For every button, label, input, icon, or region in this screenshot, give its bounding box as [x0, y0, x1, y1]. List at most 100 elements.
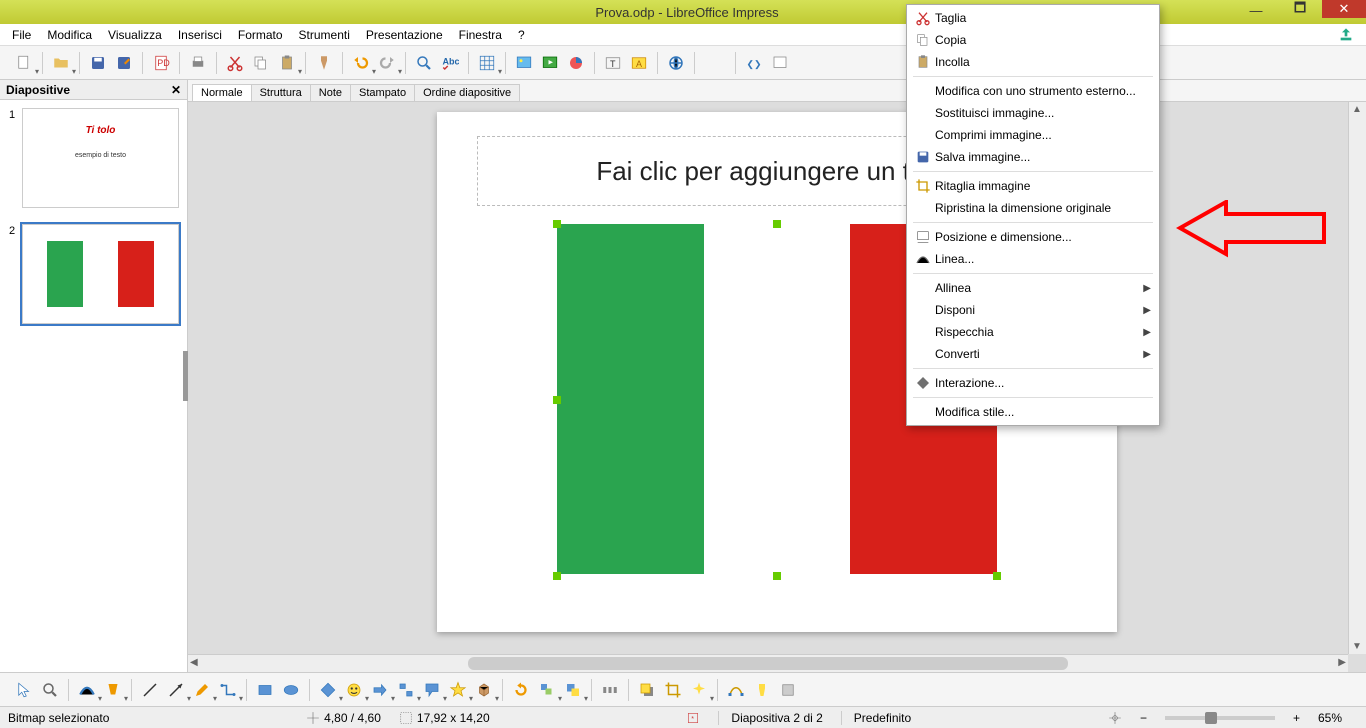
- handle-br[interactable]: [993, 572, 1001, 580]
- line-tool[interactable]: [138, 678, 162, 702]
- handle-bm[interactable]: [773, 572, 781, 580]
- ctx-cut[interactable]: Taglia: [907, 7, 1159, 29]
- paste-button[interactable]: ▾: [275, 51, 299, 75]
- handle-bl[interactable]: [553, 572, 561, 580]
- ctx-mirror[interactable]: Rispecchia▶: [907, 321, 1159, 343]
- tab-notes[interactable]: Note: [310, 84, 351, 101]
- undo-button[interactable]: ▾: [349, 51, 373, 75]
- textbox-button[interactable]: T: [601, 51, 625, 75]
- menu-file[interactable]: File: [6, 26, 37, 44]
- arrange-button[interactable]: ▾: [561, 678, 585, 702]
- fontwork-button[interactable]: A: [627, 51, 651, 75]
- pointer-button[interactable]: [12, 678, 36, 702]
- image-button[interactable]: [512, 51, 536, 75]
- points-button[interactable]: [724, 678, 748, 702]
- crop-button[interactable]: [661, 678, 685, 702]
- minimize-button[interactable]: —: [1234, 0, 1278, 20]
- extrude-button[interactable]: [776, 678, 800, 702]
- handle-ml[interactable]: [553, 396, 561, 404]
- ctx-edit-style[interactable]: Modifica stile...: [907, 401, 1159, 423]
- find-button[interactable]: [412, 51, 436, 75]
- rect-tool[interactable]: [253, 678, 277, 702]
- flowchart-shapes[interactable]: ▾: [394, 678, 418, 702]
- rotate-button[interactable]: [509, 678, 533, 702]
- align-button[interactable]: ▾: [535, 678, 559, 702]
- connector-tool[interactable]: ▾: [216, 678, 240, 702]
- ctx-arrange[interactable]: Disponi▶: [907, 299, 1159, 321]
- copy-button[interactable]: [249, 51, 273, 75]
- ctx-position-dimension[interactable]: Posizione e dimensione...: [907, 226, 1159, 248]
- tab-outline[interactable]: Struttura: [251, 84, 311, 101]
- new-button[interactable]: ▾: [12, 51, 36, 75]
- star-shapes[interactable]: ▾: [446, 678, 470, 702]
- block-arrows[interactable]: ▾: [368, 678, 392, 702]
- gluepoint-button[interactable]: [750, 678, 774, 702]
- ctx-replace-image[interactable]: Sostituisci immagine...: [907, 102, 1159, 124]
- spellcheck-button[interactable]: Abc: [438, 51, 462, 75]
- close-button[interactable]: ✕: [1322, 0, 1366, 18]
- horizontal-scrollbar[interactable]: [188, 654, 1348, 672]
- ctx-line[interactable]: Linea...: [907, 248, 1159, 270]
- vertical-scrollbar[interactable]: [1348, 102, 1366, 654]
- tab-handout[interactable]: Stampato: [350, 84, 415, 101]
- distribute-button[interactable]: [598, 678, 622, 702]
- slide-panel-close-icon[interactable]: ✕: [171, 83, 181, 97]
- ctx-crop-image[interactable]: Ritaglia immagine: [907, 175, 1159, 197]
- 3d-shapes[interactable]: ▾: [472, 678, 496, 702]
- ctx-paste[interactable]: Incolla: [907, 51, 1159, 73]
- ellipse-tool[interactable]: [279, 678, 303, 702]
- menu-presentation[interactable]: Presentazione: [360, 26, 449, 44]
- menu-insert[interactable]: Inserisci: [172, 26, 228, 44]
- status-layout[interactable]: Predefinito: [841, 711, 911, 725]
- slide-thumb-1[interactable]: 1 Ti tolo esempio di testo: [22, 108, 179, 208]
- save-as-button[interactable]: [112, 51, 136, 75]
- open-button[interactable]: ▾: [49, 51, 73, 75]
- hyperlink-button[interactable]: [664, 51, 688, 75]
- slide-thumb-2[interactable]: 2: [22, 224, 179, 324]
- shadow-button[interactable]: [635, 678, 659, 702]
- menu-window[interactable]: Finestra: [453, 26, 508, 44]
- ctx-save-image[interactable]: Salva immagine...: [907, 146, 1159, 168]
- menu-format[interactable]: Formato: [232, 26, 289, 44]
- zoom-percent[interactable]: 65%: [1318, 711, 1358, 725]
- line-color-button[interactable]: ▾: [75, 678, 99, 702]
- update-icon[interactable]: [1332, 27, 1360, 43]
- zoom-in-button[interactable]: +: [1293, 711, 1300, 725]
- tab-normal[interactable]: Normale: [192, 84, 252, 101]
- cut-button[interactable]: [223, 51, 247, 75]
- save-button[interactable]: [86, 51, 110, 75]
- media-button[interactable]: [538, 51, 562, 75]
- zoom-slider[interactable]: [1165, 716, 1275, 720]
- ctx-compress-image[interactable]: Comprimi immagine...: [907, 124, 1159, 146]
- ctx-reset-original[interactable]: Ripristina la dimensione originale: [907, 197, 1159, 219]
- ctx-edit-external[interactable]: Modifica con uno strumento esterno...: [907, 80, 1159, 102]
- symbol-shapes[interactable]: ▾: [342, 678, 366, 702]
- chart-button[interactable]: [564, 51, 588, 75]
- pencil-tool[interactable]: ▾: [190, 678, 214, 702]
- format-paint-button[interactable]: [312, 51, 336, 75]
- canvas[interactable]: Fai clic per aggiungere un titolo: [188, 102, 1366, 672]
- ctx-align[interactable]: Allinea▶: [907, 277, 1159, 299]
- zoom-out-button[interactable]: −: [1140, 711, 1147, 725]
- menu-edit[interactable]: Modifica: [41, 26, 98, 44]
- zoom-fit-button[interactable]: [1108, 711, 1122, 725]
- fill-color-button[interactable]: ▾: [101, 678, 125, 702]
- zoom-button[interactable]: [38, 678, 62, 702]
- filter-button[interactable]: ▾: [687, 678, 711, 702]
- callout-shapes[interactable]: ▾: [420, 678, 444, 702]
- ctx-convert[interactable]: Converti▶: [907, 343, 1159, 365]
- arrow-tool[interactable]: ▾: [164, 678, 188, 702]
- handle-tm[interactable]: [773, 220, 781, 228]
- status-unsaved-icon[interactable]: *: [686, 711, 700, 725]
- ctx-interaction[interactable]: Interazione...: [907, 372, 1159, 394]
- redo-button[interactable]: ▾: [375, 51, 399, 75]
- tab-sorter[interactable]: Ordine diapositive: [414, 84, 520, 101]
- print-button[interactable]: [186, 51, 210, 75]
- tag-open-button[interactable]: ❮❯: [742, 51, 766, 75]
- menu-tools[interactable]: Strumenti: [293, 26, 356, 44]
- menu-help[interactable]: ?: [512, 26, 531, 44]
- basic-shapes[interactable]: ▾: [316, 678, 340, 702]
- table-button[interactable]: ▾: [475, 51, 499, 75]
- menu-view[interactable]: Visualizza: [102, 26, 168, 44]
- slide-from-outline-button[interactable]: [768, 51, 792, 75]
